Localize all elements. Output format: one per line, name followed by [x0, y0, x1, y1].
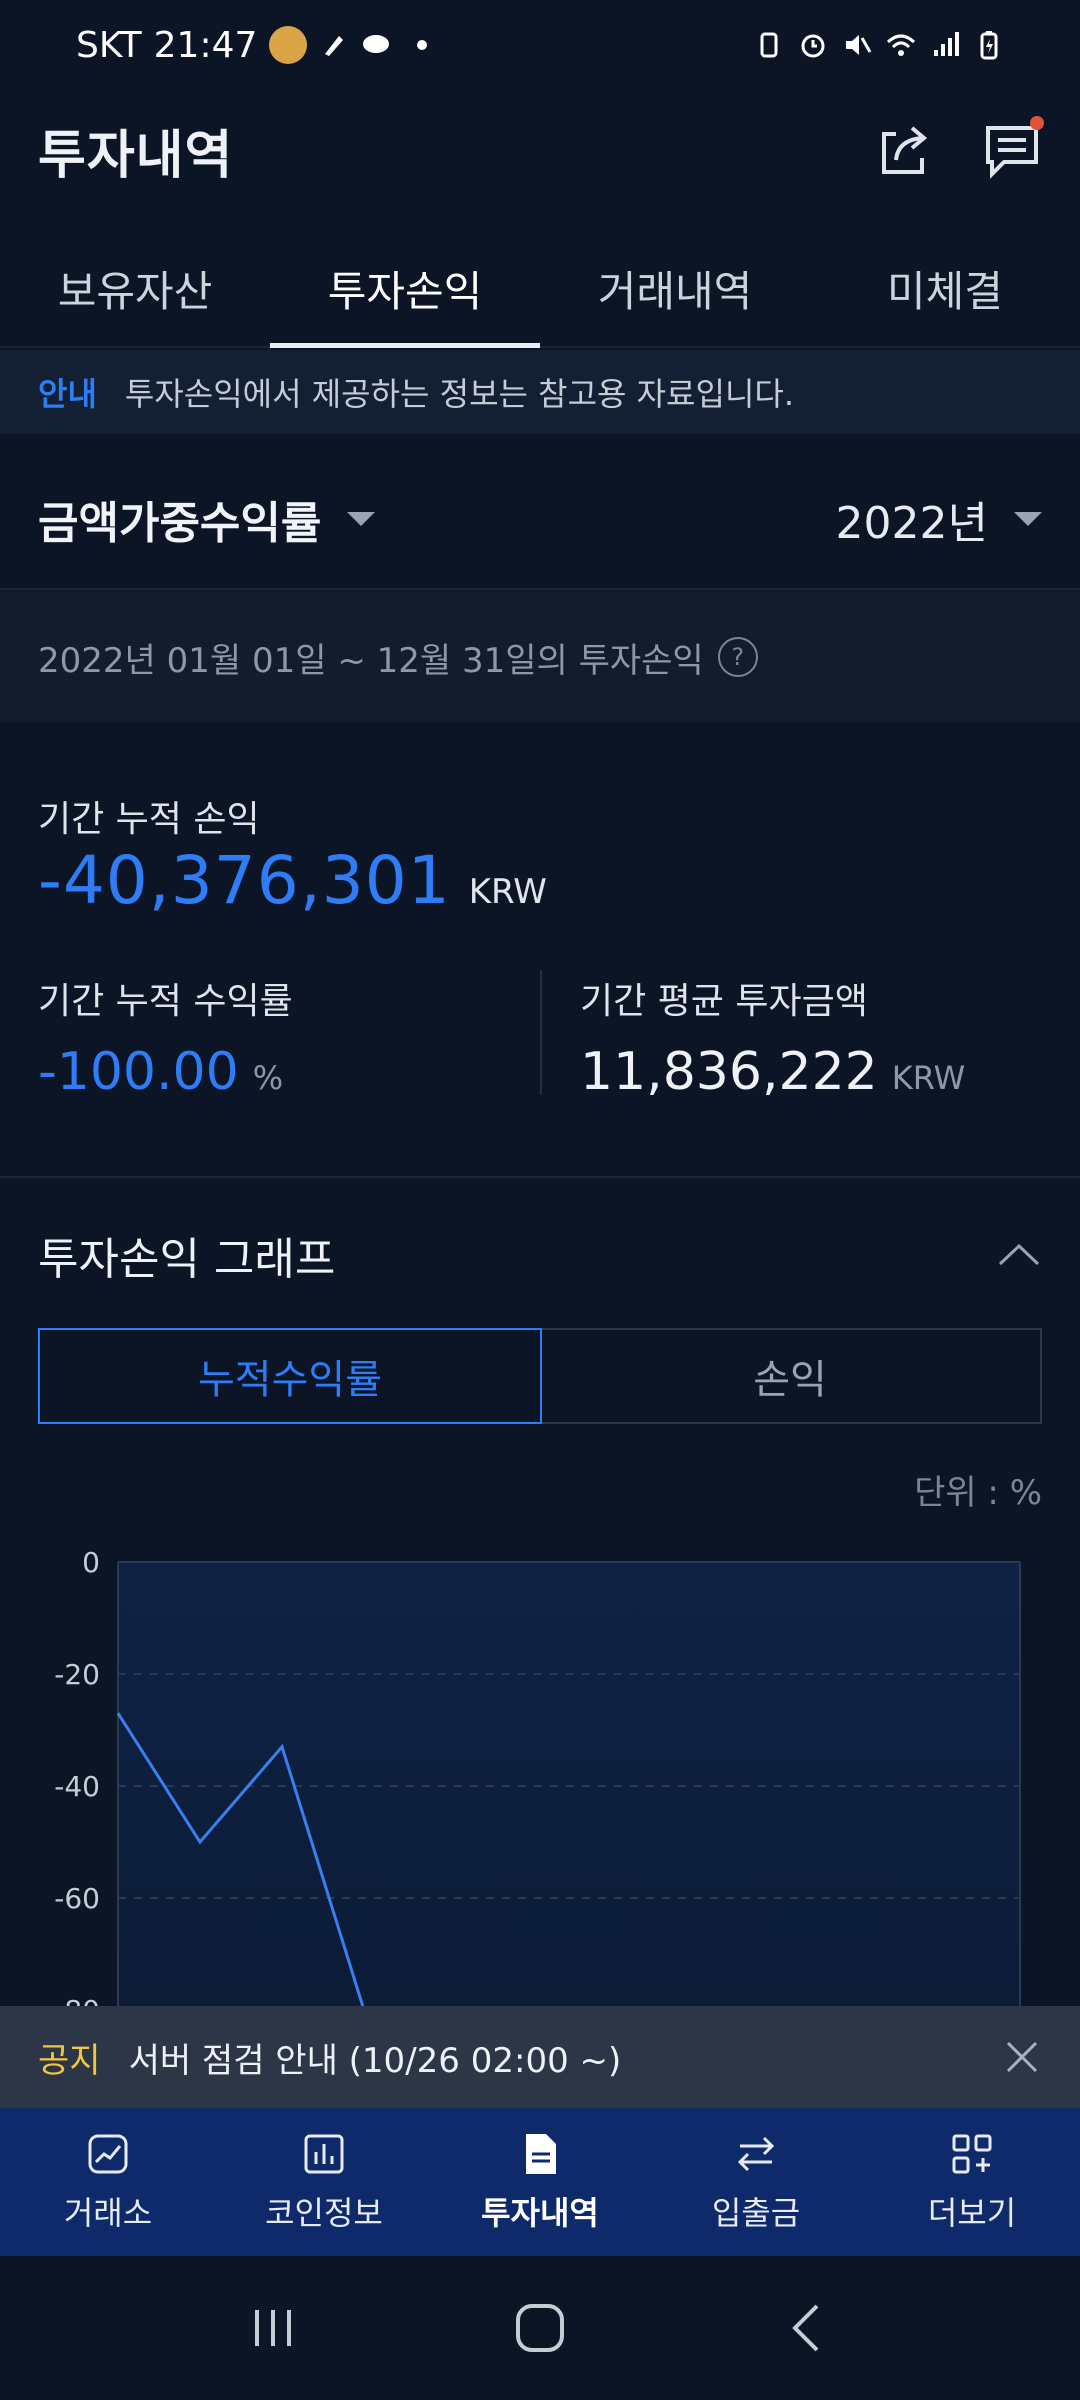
bar-chart-icon [304, 2134, 344, 2174]
notice-banner[interactable]: 공지 서버 점검 안내 (10/26 02:00 ~) [0, 2006, 1080, 2108]
selector-row: 금액가중수익률 2022년 [0, 450, 1080, 590]
cumulative-return-block: 기간 누적 수익률 -100.00 % [38, 972, 293, 1102]
more-notifications-icon [417, 40, 428, 50]
help-icon[interactable]: ? [717, 637, 758, 677]
y-tick-label: -60 [54, 1882, 100, 1915]
alarm-icon [801, 34, 825, 58]
avg-investment-label: 기간 평균 투자금액 [580, 981, 868, 1022]
avg-investment-unit: KRW [891, 1059, 966, 1097]
back-icon[interactable] [777, 2298, 837, 2358]
avg-investment: 11,836,222 KRW [580, 1042, 965, 1102]
nav-investment-history-label: 투자내역 [481, 2194, 599, 2232]
bottom-nav: 거래소 코인정보 투자내역 입출금 더보기 [0, 2108, 1080, 2256]
cumulative-return-label: 기간 누적 수익률 [38, 981, 293, 1022]
period-text: 2022년 01월 01일 ~ 12월 31일의 투자손익 [38, 640, 704, 681]
y-tick-label: -40 [54, 1770, 100, 1803]
chart-trend-icon [88, 2134, 128, 2174]
cumulative-pnl: -40,376,301 KRW [38, 842, 547, 919]
graph-header[interactable]: 투자손익 그래프 [0, 1200, 1080, 1310]
battery-saver-icon [760, 32, 778, 58]
cumulative-pnl-unit: KRW [468, 872, 547, 912]
nav-deposit-withdraw-label: 입출금 [711, 2194, 801, 2232]
avg-investment-block: 기간 평균 투자금액 11,836,222 KRW [580, 972, 965, 1102]
nav-coin-info[interactable]: 코인정보 [216, 2108, 432, 2256]
transfer-icon [737, 2136, 775, 2172]
carrier-label: SKT [76, 24, 142, 66]
info-message: 투자손익에서 제공하는 정보는 참고용 자료입니다. [124, 375, 794, 413]
recent-apps-icon[interactable] [243, 2298, 303, 2358]
grid-plus-icon [952, 2134, 992, 2174]
notice-tag: 공지 [38, 2040, 101, 2081]
cumulative-pnl-value: -40,376,301 [38, 842, 451, 919]
mute-icon [846, 35, 872, 55]
nav-investment-history[interactable]: 투자내역 [432, 2108, 648, 2256]
return-chart: 0 -20 -40 -60 -80 [0, 1520, 1080, 2006]
notification-chat-icon [363, 35, 390, 53]
status-bar: SKT 21:47 [0, 0, 1080, 90]
signal-icon [934, 32, 959, 56]
nav-more-label: 더보기 [927, 2194, 1017, 2232]
tab-holdings[interactable]: 보유자산 [0, 230, 270, 346]
pnl-summary: 기간 누적 손익 -40,376,301 KRW 기간 누적 수익률 -100.… [0, 722, 1080, 1177]
battery-icon [980, 31, 998, 60]
graph-title: 투자손익 그래프 [38, 1234, 336, 1285]
chart-unit-label: 단위 : % [914, 1473, 1042, 1513]
caret-down-icon [347, 512, 376, 526]
plot-background [118, 1562, 1020, 2006]
cumulative-return-value: -100.00 [38, 1042, 239, 1102]
notification-badge [1030, 116, 1044, 130]
wifi-icon [886, 34, 916, 56]
metric-dropdown[interactable]: 금액가중수익률 [38, 487, 376, 551]
cumulative-return-unit: % [252, 1059, 284, 1097]
y-tick-label: -20 [54, 1658, 100, 1691]
tab-investment-pnl[interactable]: 투자손익 [270, 230, 540, 348]
cumulative-pnl-label: 기간 누적 손익 [38, 799, 260, 840]
home-icon[interactable] [510, 2298, 570, 2358]
tab-bar: 보유자산 투자손익 거래내역 미체결 [0, 230, 1080, 348]
cumulative-return: -100.00 % [38, 1042, 293, 1102]
metric-dropdown-label: 금액가중수익률 [38, 498, 322, 549]
year-dropdown[interactable]: 2022년 [836, 487, 1042, 551]
tab-open-orders[interactable]: 미체결 [810, 230, 1080, 346]
nav-exchange[interactable]: 거래소 [0, 2108, 216, 2256]
year-dropdown-label: 2022년 [835, 498, 988, 549]
tab-trade-history[interactable]: 거래내역 [540, 230, 810, 346]
nav-more[interactable]: 더보기 [864, 2108, 1080, 2256]
period-row: 2022년 01월 01일 ~ 12월 31일의 투자손익 ? [0, 592, 1080, 722]
info-strip: 안내 투자손익에서 제공하는 정보는 참고용 자료입니다. [0, 350, 1080, 434]
segment-cumulative-return[interactable]: 누적수익률 [38, 1328, 542, 1424]
caret-down-icon [1014, 512, 1042, 526]
clock: 21:47 [153, 24, 258, 66]
segment-pnl[interactable]: 손익 [540, 1330, 1040, 1422]
document-icon [526, 2134, 556, 2174]
nav-coin-info-label: 코인정보 [265, 2194, 383, 2232]
notice-text: 서버 점검 안내 (10/26 02:00 ~) [128, 2040, 622, 2081]
summary-divider [540, 970, 542, 1095]
return-chart-svg: 0 -20 -40 -60 -80 [54, 1546, 1021, 2006]
header-actions [874, 116, 1044, 180]
section-divider [0, 1176, 1080, 1178]
system-nav-bar [0, 2256, 1080, 2400]
status-bar-right [754, 30, 1004, 60]
chevron-up-icon[interactable] [996, 1232, 1042, 1278]
page-title: 투자내역 [38, 125, 234, 186]
notice-board-button[interactable] [982, 116, 1044, 180]
y-tick-label: 0 [82, 1546, 100, 1579]
close-icon[interactable] [1002, 2037, 1042, 2077]
app-header: 투자내역 [0, 90, 1080, 210]
share-icon[interactable] [874, 120, 934, 180]
status-bar-left: SKT 21:47 [76, 24, 428, 66]
graph-mode-toggle: 누적수익률 손익 [38, 1328, 1042, 1424]
nav-exchange-label: 거래소 [63, 2194, 153, 2232]
avg-investment-value: 11,836,222 [580, 1042, 878, 1102]
notification-app-icon [269, 26, 308, 64]
nav-deposit-withdraw[interactable]: 입출금 [648, 2108, 864, 2256]
y-tick-label: -80 [54, 1994, 100, 2006]
notification-pen-icon [325, 36, 344, 56]
info-tag: 안내 [38, 375, 97, 413]
